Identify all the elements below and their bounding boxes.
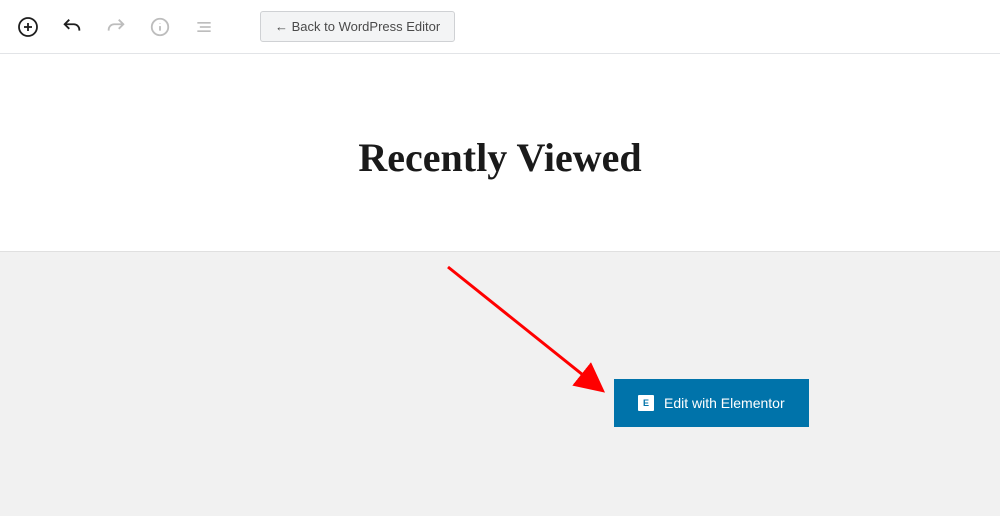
undo-icon[interactable] — [54, 9, 90, 45]
page-title[interactable]: Recently Viewed — [0, 134, 1000, 181]
editor-toolbar: ← Back to WordPress Editor — [0, 0, 1000, 54]
info-icon[interactable] — [142, 9, 178, 45]
elementor-button-label: Edit with Elementor — [664, 395, 785, 411]
edit-with-elementor-button[interactable]: E Edit with Elementor — [614, 379, 809, 427]
back-to-wordpress-button[interactable]: ← Back to WordPress Editor — [260, 11, 455, 42]
content-section: E Edit with Elementor — [0, 251, 1000, 516]
redo-icon — [98, 9, 134, 45]
add-block-icon[interactable] — [10, 9, 46, 45]
outline-icon[interactable] — [186, 9, 222, 45]
elementor-icon: E — [638, 395, 654, 411]
title-section: Recently Viewed — [0, 54, 1000, 251]
annotation-arrow — [438, 257, 628, 417]
